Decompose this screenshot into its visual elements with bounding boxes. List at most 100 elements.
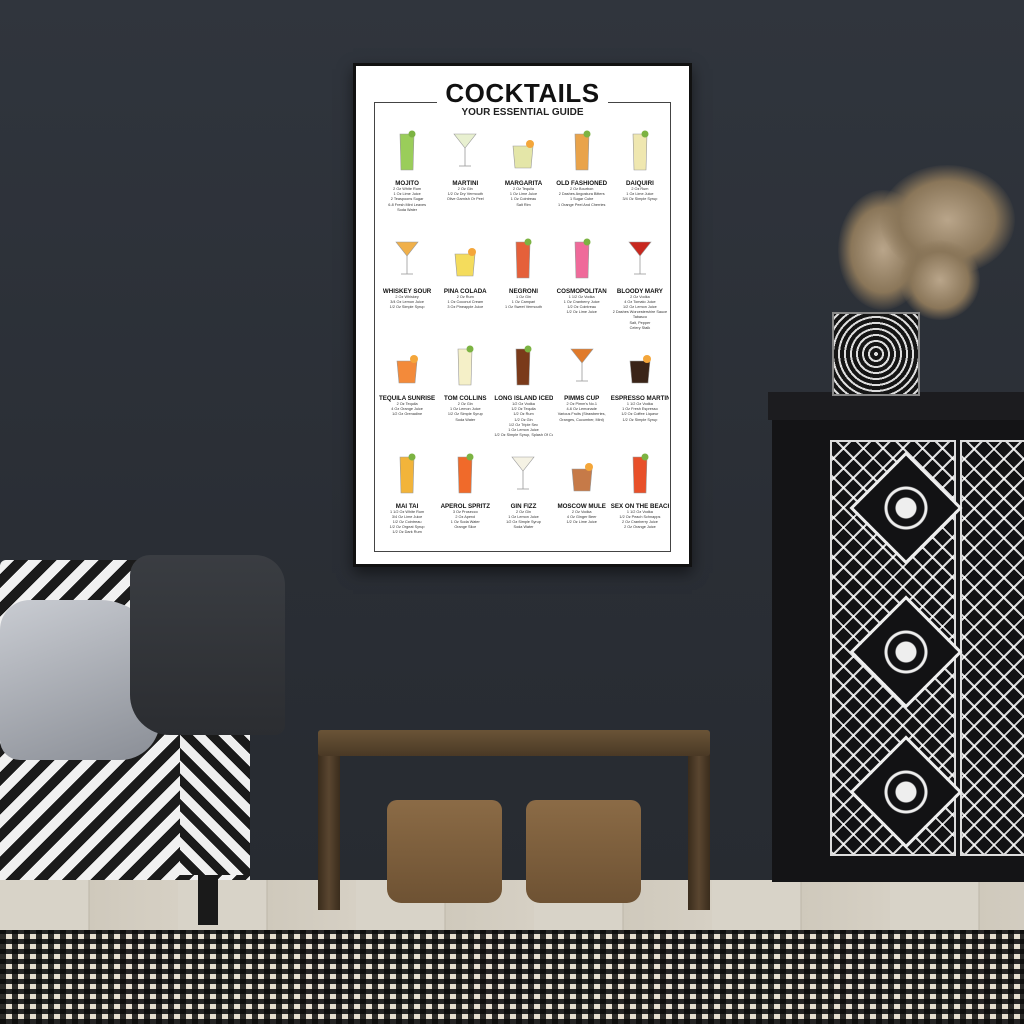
cocktail-glass-icon [450, 343, 480, 387]
cocktail-card: OLD FASHIONED 2 Oz Bourbon 2 Dashes Angost… [553, 124, 611, 232]
ingredient-line: 3 Oz Pineapple Juice [447, 304, 484, 309]
cocktail-name: NEGRONI [509, 287, 538, 295]
ingredient-line: Soda Water [513, 525, 534, 530]
cabinet-top [768, 392, 1024, 420]
cocktail-name: MOJITO [395, 180, 419, 187]
cocktail-card: DAIQUIRI 2 Oz Rum 1 Oz Lime Juice 3/4 Oz Si… [611, 124, 669, 232]
poster-title: COCKTAILS [356, 78, 689, 109]
cocktail-name: PINA COLADA [443, 287, 487, 295]
ingredient-line: 1/2 Oz Simple Syrup [389, 304, 425, 309]
cocktail-card: BLOODY MARY 2 Oz Vodka 4 Oz Tomato Juice 1/… [611, 232, 669, 340]
cocktail-card: COSMOPOLITAN 1 1/2 Oz Vodka 1 Oz Cranberry… [553, 232, 611, 340]
ingredient-line: Celery Stalk [629, 325, 651, 330]
basket [526, 800, 641, 903]
cocktail-name: MARTINI [452, 180, 479, 187]
cocktail-card: GIN FIZZ 2 Oz Gin 1 Oz Lemon Juice 1/2 Oz S… [494, 447, 552, 555]
ingredient-line: 1 Oz Sweet Vermouth [505, 304, 542, 309]
cocktail-glass-icon [567, 236, 597, 280]
cocktail-name: TOM COLLINS [444, 395, 487, 402]
poster-title-text: COCKTAILS [437, 78, 608, 108]
cocktail-name: WHISKEY SOUR [382, 287, 432, 295]
cocktail-name: COSMOPOLITAN [556, 287, 607, 295]
cocktail-name: MAI TAI [395, 502, 419, 510]
cocktail-glass-icon [567, 128, 597, 172]
cabinet-door-right [960, 440, 1024, 856]
cocktail-glass-icon [567, 343, 597, 387]
cocktail-card: APEROL SPRITZ 3 Oz Prosecco 2 Oz Aperol 1 O… [436, 447, 494, 555]
cocktail-name: PIMMS CUP [564, 395, 600, 402]
ingredient-line: 3/4 Oz Simple Syrup [622, 197, 658, 202]
cocktail-glass-icon [508, 343, 538, 387]
cocktail-name: TEQUILA SUNRISE [379, 395, 436, 402]
cocktail-name: SEX ON THE BEACH [610, 502, 669, 510]
cocktail-name: GIN FIZZ [510, 502, 537, 510]
bench-leg [318, 740, 340, 910]
cocktail-card: MOSCOW MULE 2 Oz Vodka 4 Oz Ginger Beer 1/2… [553, 447, 611, 555]
cocktail-card: TOM COLLINS 2 Oz Gin 1 Oz Lemon Juice 1/2 O… [436, 339, 494, 447]
cocktail-card: ESPRESSO MARTINI 1 1/2 Oz Vodka 1 Oz Fresh… [611, 339, 669, 447]
cocktail-glass-icon [392, 451, 422, 495]
cocktail-name: APEROL SPRITZ [440, 502, 490, 510]
cocktail-card: MOJITO 2 Oz White Rum 1 Oz Lime Juice 2 Tea… [378, 124, 436, 232]
cocktail-glass-icon [508, 128, 538, 172]
cocktail-card: PIMMS CUP 2 Oz Pimm's No.1 4-6 Oz Lemonade… [553, 339, 611, 447]
cocktail-name: MOSCOW MULE [557, 502, 606, 510]
ingredient-line: Olive Garnish Or Peel [446, 197, 484, 202]
ingredient-line: 2 Oz Orange Juice [624, 525, 656, 530]
striped-rug [0, 930, 1024, 1024]
cocktail-card: WHISKEY SOUR 2 Oz Whiskey 3/4 Oz Lemon Jui… [378, 232, 436, 340]
poster-subtitle: YOUR ESSENTIAL GUIDE [461, 107, 584, 118]
cocktail-glass-icon [625, 451, 655, 495]
pampas-grass [900, 240, 980, 320]
ingredient-line: 1/2 Oz Lime Juice [566, 519, 597, 524]
sofa [0, 555, 290, 925]
cocktail-card: MARTINI 2 Oz Gin 1/2 Oz Dry Vermouth Olive … [436, 124, 494, 232]
cocktail-glass-icon [625, 128, 655, 172]
ingredient-line: 1/2 Oz Dark Rum [392, 530, 422, 535]
cocktail-glass-icon [450, 236, 480, 280]
cocktail-glass-icon [450, 128, 480, 172]
cocktail-card: MAI TAI 1 1/2 Oz White Rum 3/4 Oz Lime Jui… [378, 447, 436, 555]
cocktail-name: MARGARITA [504, 180, 543, 187]
cocktail-glass-icon [625, 343, 655, 387]
cocktail-card: TEQUILA SUNRISE 2 Oz Tequila 4 Oz Orange J… [378, 339, 436, 447]
ingredient-line: 1 Orange Peel And Cherries [557, 202, 606, 207]
cocktail-poster: COCKTAILS YOUR ESSENTIAL GUIDE MOJITO 2 O… [356, 66, 689, 564]
cocktail-glass-icon [392, 128, 422, 172]
poster-frame: COCKTAILS YOUR ESSENTIAL GUIDE MOJITO 2 O… [353, 63, 692, 567]
wooden-bench [318, 730, 710, 756]
ingredient-line: Various Fruits (Strawberries, [557, 412, 606, 417]
cocktail-name: OLD FASHIONED [556, 180, 608, 187]
cocktail-card: NEGRONI 1 Oz Gin 1 Oz Campari 1 Oz Sweet Ve… [494, 232, 552, 340]
cocktail-name: ESPRESSO MARTINI [610, 395, 669, 402]
cocktail-glass-icon [392, 343, 422, 387]
ingredient-line: 1/2 Oz Simple Syrup, Splash Of Cola [494, 433, 553, 438]
cocktail-card: PINA COLADA 2 Oz Rum 1 Oz Coconut Cream 3 O… [436, 232, 494, 340]
cocktail-card: LONG ISLAND ICED TEA1/2 Oz Vodka1/2 Oz T… [494, 339, 553, 447]
ingredient-line: Salt Rim [516, 202, 531, 207]
grey-throw-blanket [130, 555, 285, 735]
ingredient-line: 1/2 Oz Lime Juice [566, 310, 597, 315]
ingredient-line: Oranges, Cucumber, Mint) [559, 417, 604, 422]
cocktail-glass-icon [625, 236, 655, 280]
cocktail-card: MARGARITA 2 Oz Tequila 1 Oz Lime Juice 1 Oz… [494, 124, 552, 232]
ingredient-line: Orange Slice [454, 525, 477, 530]
cocktail-name: BLOODY MARY [616, 287, 663, 295]
ingredient-line: Soda Water [455, 417, 476, 422]
sofa-leg [198, 875, 218, 925]
cocktail-card: SEX ON THE BEACH 1 1/2 Oz Vodka 1/2 Oz Pea… [611, 447, 669, 555]
ingredient-line: 1/2 Oz Grenadine [392, 412, 423, 417]
cocktail-name: DAIQUIRI [625, 180, 654, 187]
bench-leg [688, 740, 710, 910]
cocktail-glass-icon [392, 236, 422, 280]
cocktail-glass-icon [508, 236, 538, 280]
basket [387, 800, 502, 903]
cocktail-glass-icon [567, 451, 597, 495]
patterned-vase [832, 312, 920, 396]
cocktail-glass-icon [508, 451, 538, 495]
cocktail-glass-icon [450, 451, 480, 495]
cocktail-name: LONG ISLAND ICED TEA [494, 395, 553, 402]
cocktail-grid: MOJITO 2 Oz White Rum 1 Oz Lime Juice 2 Tea… [378, 124, 669, 554]
ingredient-line: 1/2 Oz Simple Syrup [622, 417, 658, 422]
ingredient-line: Soda Water [397, 207, 418, 212]
